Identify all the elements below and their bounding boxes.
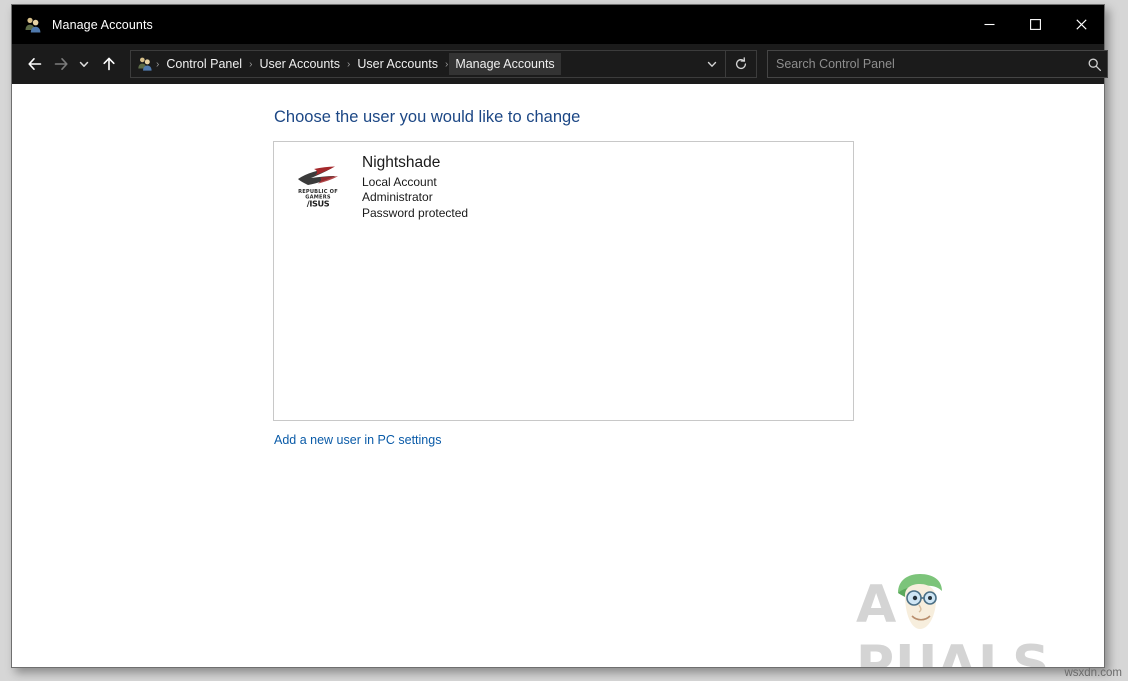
search-icon[interactable] bbox=[1081, 51, 1107, 77]
page-title: Choose the user you would like to change bbox=[274, 108, 580, 127]
watermark-brand-text: A PUALS bbox=[856, 575, 1088, 667]
breadcrumb-item-control-panel[interactable]: Control Panel bbox=[160, 53, 248, 75]
back-arrow-icon[interactable] bbox=[22, 51, 48, 77]
breadcrumb-item-user-accounts-2[interactable]: User Accounts bbox=[351, 53, 444, 75]
maximize-button[interactable] bbox=[1012, 5, 1058, 44]
watermark-mascot-icon bbox=[892, 571, 948, 635]
account-name: Nightshade bbox=[362, 155, 468, 171]
refresh-icon[interactable] bbox=[725, 51, 756, 77]
minimize-button[interactable] bbox=[966, 5, 1012, 44]
account-type: Local Account bbox=[362, 176, 468, 188]
manage-accounts-window: Manage Accounts bbox=[11, 4, 1105, 668]
user-accounts-icon bbox=[24, 16, 42, 34]
rog-asus-logo-avatar[interactable]: REPUBLIC OF GAMERS /ISUS bbox=[294, 160, 342, 208]
appuals-watermark: A PUALS bbox=[856, 571, 1088, 643]
account-role: Administrator bbox=[362, 191, 468, 203]
site-tag: wsxdn.com bbox=[1064, 667, 1122, 679]
window-controls bbox=[966, 5, 1104, 44]
close-button[interactable] bbox=[1058, 5, 1104, 44]
user-list-panel: REPUBLIC OF GAMERS /ISUS Nightshade Loca… bbox=[273, 141, 854, 421]
breadcrumb-chevron-down-icon[interactable] bbox=[699, 51, 725, 77]
up-arrow-icon[interactable] bbox=[96, 51, 122, 77]
recent-locations-chevron-down-icon[interactable] bbox=[75, 51, 93, 77]
address-user-accounts-icon bbox=[137, 56, 153, 72]
breadcrumb[interactable]: › Control Panel › User Accounts › User A… bbox=[130, 50, 757, 78]
title-bar: Manage Accounts bbox=[12, 5, 1104, 44]
avatar-text-asus: /ISUS bbox=[307, 198, 330, 208]
search-input[interactable] bbox=[768, 51, 1081, 77]
forward-arrow-icon[interactable] bbox=[48, 51, 74, 77]
search-box[interactable] bbox=[767, 50, 1108, 78]
account-password-status: Password protected bbox=[362, 207, 468, 219]
breadcrumb-item-user-accounts[interactable]: User Accounts bbox=[253, 53, 346, 75]
content-area: Choose the user you would like to change… bbox=[12, 84, 1104, 667]
window-title: Manage Accounts bbox=[52, 18, 153, 32]
account-details: Nightshade Local Account Administrator P… bbox=[362, 155, 468, 219]
add-new-user-link[interactable]: Add a new user in PC settings bbox=[274, 433, 441, 447]
breadcrumb-item-manage-accounts[interactable]: Manage Accounts bbox=[449, 53, 560, 75]
navigation-bar: › Control Panel › User Accounts › User A… bbox=[12, 44, 1104, 84]
list-item[interactable]: REPUBLIC OF GAMERS /ISUS Nightshade Loca… bbox=[274, 142, 853, 219]
